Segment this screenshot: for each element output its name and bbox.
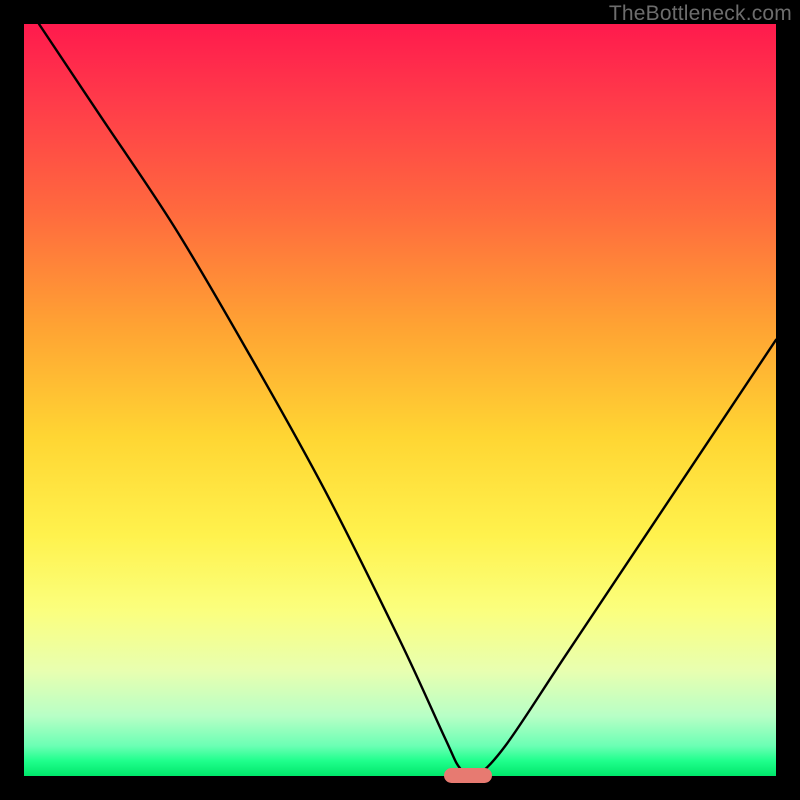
chart-frame: TheBottleneck.com (0, 0, 800, 800)
bottleneck-curve (24, 24, 776, 776)
curve-path (39, 24, 776, 777)
watermark-text: TheBottleneck.com (609, 2, 792, 26)
optimum-marker (444, 768, 492, 783)
plot-area (24, 24, 776, 776)
